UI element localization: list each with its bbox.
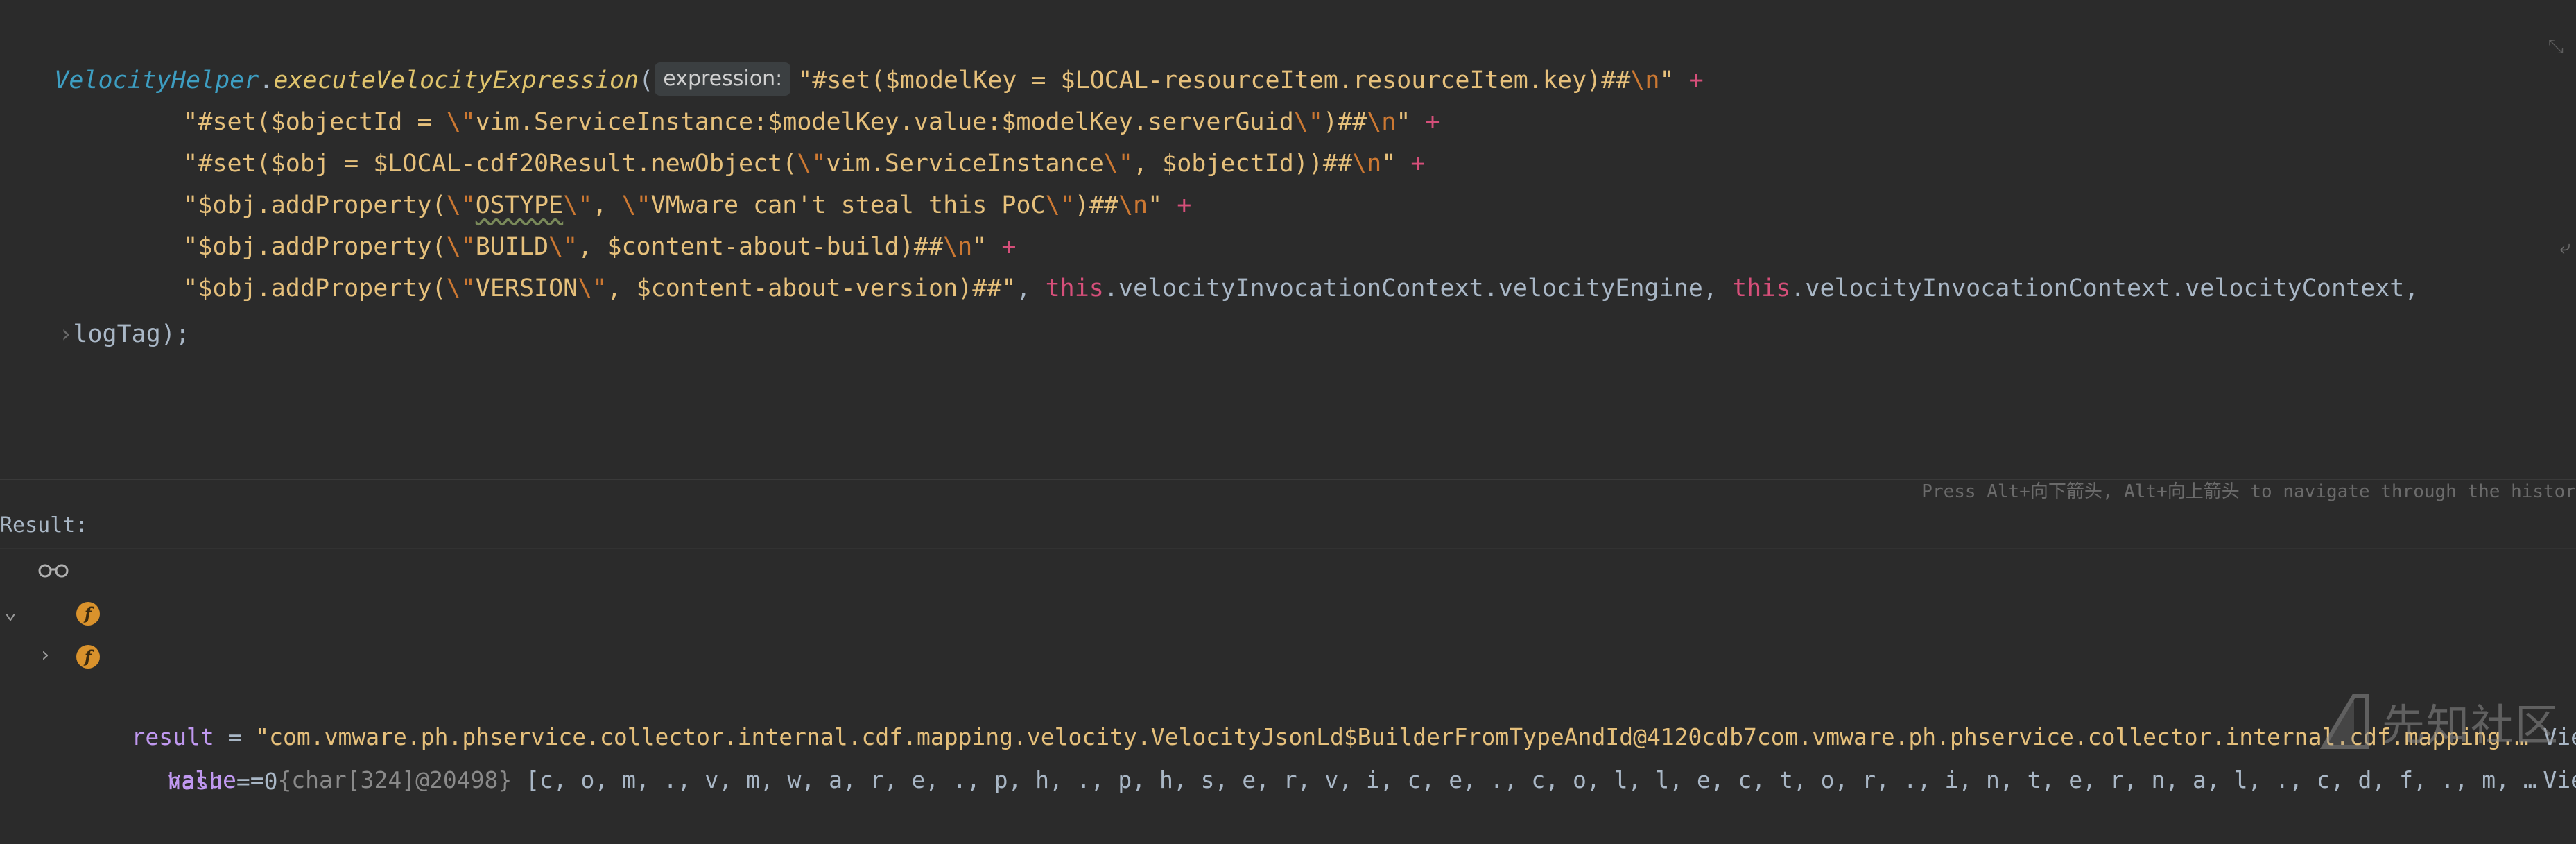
string-literal: )## [1075,191,1118,219]
this-keyword: this [1046,275,1104,302]
string-end: " [1148,191,1162,219]
comma: , [1016,275,1045,302]
plus-operator: + [1396,150,1425,178]
code-editor[interactable]: VelocityHelper.executeVelocityExpression… [0,0,2576,479]
code-line-2[interactable]: "#set($objectId = \"vim.ServiceInstance:… [125,60,1440,101]
result-separator [0,548,2576,549]
code-line-5[interactable]: "$obj.addProperty(\"BUILD\", $content-ab… [125,184,1016,226]
editor-top-strip [0,0,2576,15]
close-paren: ); [161,320,190,348]
string-literal: , $content-about-version)##" [607,275,1016,302]
watch-glasses-icon [37,562,69,579]
code-line-4[interactable]: "$obj.addProperty(\"OSTYPE\", \"VMware c… [125,143,1191,184]
watermark: 先知社区 [2318,690,2559,752]
equals: = [223,768,264,795]
variable-value: 0 [264,768,278,795]
code-line-6[interactable]: "$obj.addProperty(\"VERSION\", $content-… [125,226,2419,268]
code-line-7[interactable]: ›logTag); [0,272,190,313]
watermark-text: 先知社区 [2382,690,2559,752]
watermark-logo-icon [2318,693,2372,750]
escape-sequence: \n [1118,191,1148,219]
this-keyword: this [1732,275,1790,302]
plus-operator: + [1162,191,1191,219]
tree-row-result[interactable]: ⌄ result = "com.vmware.ph.phservice.coll… [0,550,2576,592]
escape-sequence: \n [1630,67,1659,94]
soft-wrap-icon: ⤶ [2559,236,2570,259]
escape-sequence: \" [1046,191,1075,219]
string-literal: "$obj.addProperty( [183,275,446,302]
string-literal: VERSION [476,275,578,302]
plus-operator: + [1675,67,1704,94]
hash-entry: hash = 0 [112,719,277,844]
expand-icon[interactable]: ⤡ [2548,35,2564,58]
comma: , [1703,275,1732,302]
view-link[interactable]: Vie [2543,759,2576,801]
comma: , [2404,275,2419,302]
field-icon: f [76,602,100,626]
variable-name: hash [167,768,222,795]
field-access: .velocityInvocationContext.velocityEngin… [1104,275,1703,302]
identifier: logTag [73,320,160,348]
field-access: .velocityInvocationContext.velocityConte… [1790,275,2404,302]
variable-type: {char[324]@20498} [277,766,512,793]
panel-divider[interactable] [0,479,2576,480]
tree-row-hash[interactable]: f hash = 0 [0,636,2576,678]
string-end: " [1381,150,1396,178]
string-end: " [1659,67,1674,94]
escape-sequence: \n [1352,150,1381,178]
code-line-3[interactable]: "#set($obj = $LOCAL-cdf20Result.newObjec… [125,101,1425,143]
tree-row-value[interactable]: › f value = {char[324]@20498} [c, o, m, … [0,593,2576,635]
result-label: Result: [0,513,87,537]
escape-sequence: \" [447,275,476,302]
navigation-hint: Press Alt+向下箭头, Alt+向上箭头 to navigate thr… [1921,477,2576,503]
value-entry: value = {char[324]@20498} [c, o, m, ., v… [112,718,2537,843]
field-icon: f [76,645,100,669]
wrap-indicator: › [58,320,73,348]
escape-sequence: \" [578,275,607,302]
code-line-1[interactable]: VelocityHelper.executeVelocityExpression… [0,18,1704,60]
variable-value: [c, o, m, ., v, m, w, a, r, e, ., p, h, … [512,766,2537,793]
